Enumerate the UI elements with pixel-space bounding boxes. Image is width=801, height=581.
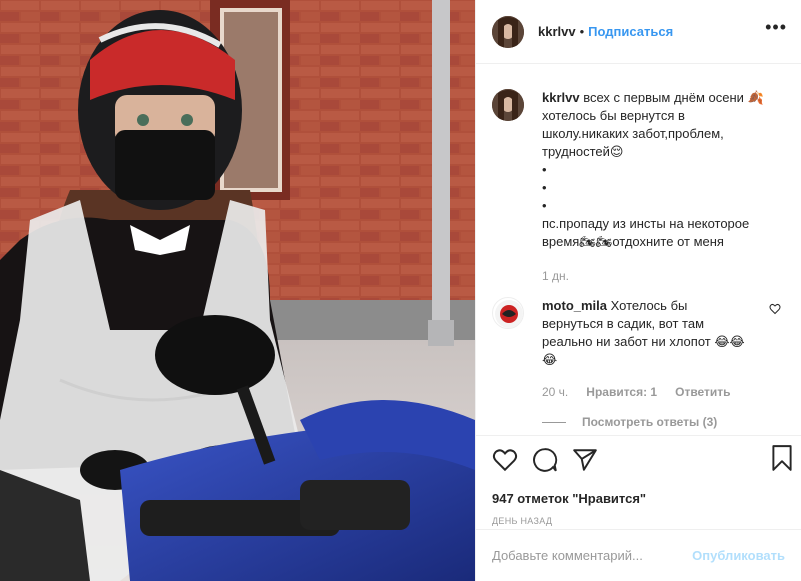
comment-item: moto_mila Хотелось бы вернуться в садик,… [492, 297, 785, 401]
add-comment-bar: Опубликовать [476, 529, 801, 581]
comment-author[interactable]: moto_mila [542, 298, 607, 313]
reply-button[interactable]: Ответить [675, 383, 730, 401]
post-side-panel: kkrlvv • Подписаться ••• kkrlvv всех с п… [475, 0, 801, 581]
bookmark-icon[interactable] [769, 444, 795, 475]
comment-line: вернуться в садик, вот там [542, 316, 705, 331]
caption-line: всех с первым днём осени 🍂 [583, 90, 764, 105]
caption-line: пс.пропаду из инсты на некоторое [542, 216, 750, 231]
author-avatar[interactable] [492, 15, 524, 48]
caption: kkrlvv всех с первым днём осени 🍂 хотело… [492, 89, 785, 285]
author-username[interactable]: kkrlvv [538, 24, 576, 39]
likes-count[interactable]: 947 отметок "Нравится" [476, 491, 801, 506]
caption-author[interactable]: kkrlvv [542, 90, 580, 105]
view-replies-label: Посмотреть ответы (3) [582, 415, 718, 429]
comment-time[interactable]: 20 ч. [542, 383, 568, 401]
comment-likes[interactable]: Нравится: 1 [586, 383, 657, 401]
caption-author-avatar[interactable] [492, 89, 524, 121]
share-icon[interactable] [572, 440, 612, 480]
heart-icon[interactable] [769, 303, 781, 318]
post-date: День назад [492, 516, 553, 526]
comment-line: реально ни забот ни хлопот 😂😂 [542, 334, 745, 349]
caption-line: хотелось бы вернутся в [542, 108, 685, 123]
commenter-avatar[interactable] [492, 297, 524, 329]
caption-line: трудностей😌 [542, 144, 624, 159]
comment-input[interactable] [492, 548, 693, 563]
post-image [0, 0, 475, 581]
separator-dot: • [579, 24, 585, 39]
post-photo[interactable] [0, 0, 475, 581]
caption-line: школу.никаких забот,проблем, [542, 126, 724, 141]
caption-time[interactable]: 1 дн. [542, 267, 569, 285]
post-header: kkrlvv • Подписаться ••• [476, 0, 801, 64]
replies-divider [542, 421, 566, 423]
caption-dot: • [542, 180, 547, 195]
comment-line: 😂 [542, 352, 558, 367]
caption-text: kkrlvv всех с первым днём осени 🍂 хотело… [542, 89, 778, 285]
heart-icon[interactable] [492, 440, 532, 480]
caption-line: время🏍🏍отдохните от меня [542, 234, 724, 249]
view-replies-button[interactable]: Посмотреть ответы (3) [542, 415, 785, 429]
more-icon[interactable]: ••• [765, 18, 787, 36]
comment-text: moto_mila Хотелось бы вернуться в садик,… [542, 297, 778, 401]
comments-list[interactable]: kkrlvv всех с первым днём осени 🍂 хотело… [476, 65, 801, 435]
follow-button[interactable]: Подписаться [588, 24, 673, 39]
post-actions: 947 отметок "Нравится" День назад Опубли… [476, 435, 801, 581]
caption-dot: • [542, 162, 547, 177]
action-icons [476, 436, 801, 484]
publish-button[interactable]: Опубликовать [692, 548, 785, 563]
comment-icon[interactable] [532, 440, 572, 480]
comment-line: Хотелось бы [610, 298, 688, 313]
caption-dot: • [542, 198, 547, 213]
